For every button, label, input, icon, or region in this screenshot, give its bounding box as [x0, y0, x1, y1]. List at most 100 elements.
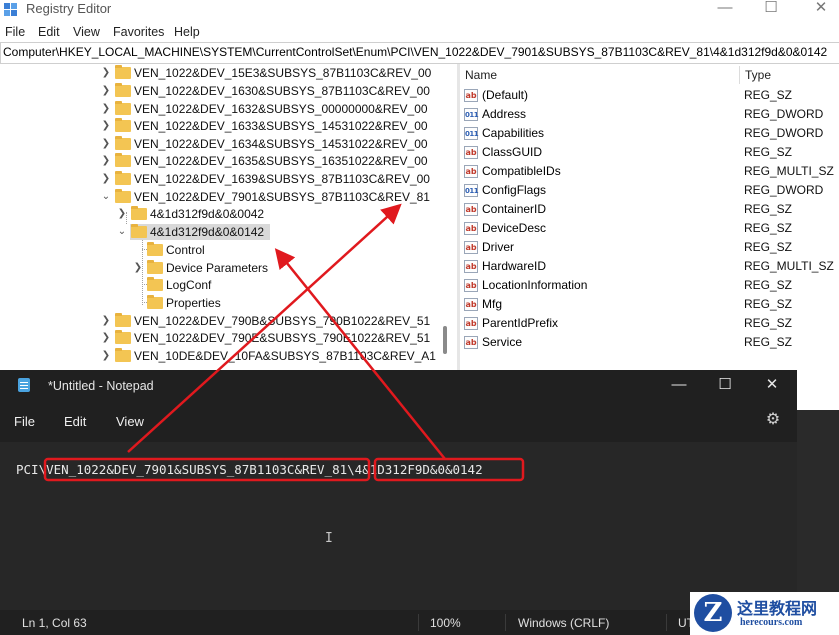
value-name: ConfigFlags [482, 183, 547, 197]
value-name: ContainerID [482, 202, 547, 216]
column-header-type[interactable]: Type [745, 64, 771, 86]
value-name: HardwareID [482, 259, 547, 273]
chevron-right-icon[interactable]: ❯ [101, 347, 111, 365]
string-value-icon: ab [464, 222, 478, 235]
chevron-right-icon[interactable]: ❯ [101, 312, 111, 330]
notepad-menubar: File Edit View ⚙ [0, 402, 797, 442]
registry-title: Registry Editor [26, 1, 112, 16]
column-separator[interactable] [739, 66, 740, 84]
chevron-right-icon[interactable]: ❯ [101, 329, 111, 347]
column-header-name[interactable]: Name [465, 64, 497, 86]
chevron-down-icon[interactable]: ⌄ [117, 223, 127, 241]
tree-item-label: LogConf [166, 278, 212, 292]
tree-item-label: Device Parameters [166, 261, 269, 275]
chevron-right-icon[interactable]: ❯ [117, 205, 127, 223]
value-type: REG_SZ [744, 335, 793, 349]
value-type: REG_SZ [744, 202, 793, 216]
chevron-right-icon[interactable]: ❯ [101, 152, 111, 170]
folder-icon [147, 242, 163, 256]
close-icon[interactable]: ✕ [757, 375, 787, 395]
text-editor[interactable]: PCI\VEN_1022&DEV_7901&SUBSYS_87B1103C&RE… [0, 442, 797, 610]
string-value-icon: ab [464, 260, 478, 273]
minimize-icon[interactable]: — [710, 0, 740, 19]
site-logo: Z [694, 592, 732, 632]
folder-icon [115, 118, 131, 132]
registry-menubar: File Edit View Favorites Help [0, 22, 839, 42]
status-divider [666, 614, 667, 631]
string-value-icon: ab [464, 203, 478, 216]
menu-view[interactable]: View [116, 414, 144, 429]
value-name: ParentIdPrefix [482, 316, 559, 330]
text-separator: \ [347, 462, 355, 477]
cursor-position: Ln 1, Col 63 [22, 616, 87, 630]
text-device-id: VEN_1022&DEV_7901&SUBSYS_87B1103C&REV_81 [46, 462, 348, 477]
folder-open-icon [131, 224, 147, 238]
minimize-icon[interactable]: — [664, 375, 694, 395]
string-value-icon: ab [464, 241, 478, 254]
menu-edit[interactable]: Edit [38, 25, 60, 39]
registry-editor-window: Registry Editor — ☐ ✕ File Edit View Fav… [0, 0, 839, 400]
tree-item-label: VEN_1022&DEV_1632&SUBSYS_00000000&REV_00 [134, 102, 428, 116]
chevron-down-icon[interactable]: ⌄ [101, 188, 111, 206]
tree-scrollbar[interactable] [441, 64, 449, 382]
menu-view[interactable]: View [73, 25, 100, 39]
pane-splitter[interactable] [457, 64, 460, 400]
zoom-level[interactable]: 100% [430, 616, 461, 630]
close-icon[interactable]: ✕ [806, 0, 836, 19]
string-value-icon: ab [464, 298, 478, 311]
value-type: REG_SZ [744, 240, 793, 254]
binary-value-icon: 011 [464, 108, 479, 121]
menu-file[interactable]: File [14, 414, 35, 429]
tree-item-label: 4&1d312f9d&0&0042 [150, 207, 265, 221]
value-type: REG_SZ [744, 278, 793, 292]
chevron-right-icon[interactable]: ❯ [101, 82, 111, 100]
scrollbar-thumb[interactable] [443, 326, 447, 354]
chevron-right-icon[interactable]: ❯ [101, 117, 111, 135]
status-divider [418, 614, 419, 631]
string-value-icon: ab [464, 336, 478, 349]
value-name: LocationInformation [482, 278, 588, 292]
line-ending[interactable]: Windows (CRLF) [518, 616, 609, 630]
chevron-right-icon[interactable]: ❯ [101, 64, 111, 82]
folder-icon [115, 313, 131, 327]
menu-file[interactable]: File [5, 25, 25, 39]
chevron-right-icon[interactable]: ❯ [101, 170, 111, 188]
value-name: Capabilities [482, 126, 545, 140]
folder-icon [115, 153, 131, 167]
value-type: REG_SZ [744, 297, 793, 311]
tree-item-label: VEN_1022&DEV_1639&SUBSYS_87B1103C&REV_00 [134, 172, 430, 186]
string-value-icon: ab [464, 89, 478, 102]
menu-edit[interactable]: Edit [64, 414, 86, 429]
notepad-window: *Untitled - Notepad — ☐ ✕ File Edit View… [0, 370, 797, 635]
tree-item-label: VEN_1022&DEV_1630&SUBSYS_87B1103C&REV_00 [134, 84, 430, 98]
folder-icon [147, 295, 163, 309]
tree-item-label: VEN_1022&DEV_790B&SUBSYS_790B1022&REV_51 [134, 314, 431, 328]
text-prefix: PCI\ [16, 462, 47, 477]
tree-item-label: VEN_1022&DEV_1633&SUBSYS_14531022&REV_00 [134, 119, 428, 133]
values-list[interactable]: Name Type ab (Default) REG_SZ 011 Addres… [461, 64, 839, 400]
value-name: (Default) [482, 88, 529, 102]
folder-icon [115, 65, 131, 79]
site-watermark: Z 这里教程网 herecours.com [690, 592, 839, 635]
chevron-right-icon[interactable]: ❯ [133, 259, 143, 277]
maximize-icon[interactable]: ☐ [710, 375, 740, 395]
notepad-statusbar: Ln 1, Col 63 100% Windows (CRLF) UT [0, 610, 797, 635]
value-type: REG_MULTI_SZ [744, 164, 834, 178]
string-value-icon: ab [464, 146, 478, 159]
site-name: 这里教程网 [737, 601, 818, 618]
key-tree[interactable]: ❯ VEN_1022&DEV_15E3&SUBSYS_87B1103C&REV_… [0, 64, 455, 400]
value-type: REG_DWORD [744, 126, 824, 140]
chevron-right-icon[interactable]: ❯ [101, 100, 111, 118]
folder-icon [115, 136, 131, 150]
maximize-icon[interactable]: ☐ [756, 0, 786, 19]
chevron-right-icon[interactable]: ❯ [101, 135, 111, 153]
folder-icon [115, 83, 131, 97]
notepad-app-icon [18, 378, 30, 392]
gear-icon[interactable]: ⚙ [764, 411, 782, 429]
tree-item-label: VEN_1022&DEV_15E3&SUBSYS_87B1103C&REV_00 [134, 66, 432, 80]
value-name: Mfg [482, 297, 503, 311]
menu-favorites[interactable]: Favorites [113, 25, 164, 39]
menu-help[interactable]: Help [174, 25, 200, 39]
tree-item-label: 4&1d312f9d&0&0142 [150, 225, 265, 239]
address-bar[interactable]: Computer\HKEY_LOCAL_MACHINE\SYSTEM\Curre… [0, 42, 839, 64]
